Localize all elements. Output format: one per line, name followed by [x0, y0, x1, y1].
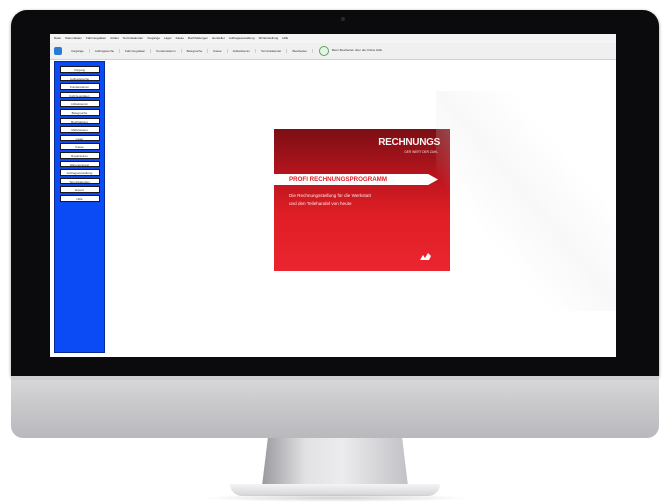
- toolbar-customers-button[interactable]: Kundenstamm: [151, 49, 182, 53]
- main-content: RECHNUNGS DER WERT DER ZAHL PROFI RECHNU…: [106, 61, 616, 357]
- menu-item-stock[interactable]: Lager: [164, 34, 172, 43]
- sidebar-button-cash[interactable]: Kasse: [59, 143, 100, 150]
- sidebar-button-order-search[interactable]: Auftragssuche: [59, 74, 100, 82]
- splash-subtitle-line-1: Die Rechnungsstellung für die Werkstatt: [289, 193, 371, 198]
- toolbar-transactions-button[interactable]: Vorgänge: [66, 49, 90, 53]
- screen-glare: [436, 91, 616, 311]
- monitor-chin: [11, 376, 659, 438]
- splash-tagline: DER WERT DER ZAHL: [404, 150, 438, 154]
- online-help-label[interactable]: Beim Bearbeiten über die Online Hilfe: [332, 48, 382, 52]
- splash-brand-logo: RECHNUNGS: [378, 137, 440, 148]
- menu-item-master-data[interactable]: Stammdaten: [65, 34, 82, 43]
- toolbar-receipt-search-button[interactable]: Belegsuche: [182, 49, 209, 53]
- sidebar-button-vehicle-data[interactable]: Fahrzeugdaten: [59, 91, 100, 99]
- menu-bar: Datei Stammdaten Fahrzeugdaten Artikel T…: [50, 34, 616, 43]
- splash-logo-mark-icon: [420, 253, 431, 260]
- sidebar-button-calendar[interactable]: Terminkalender: [59, 177, 100, 185]
- splash-subtitle-line-2: und den Teilehandel von heute: [289, 201, 352, 206]
- sidebar-button-customers[interactable]: Kundenstamm: [59, 83, 100, 90]
- toolbar: Vorgänge Auftragssuche Fahrzeugdaten Kun…: [50, 43, 616, 60]
- sidebar-button-articles[interactable]: Artikelstamm: [59, 100, 100, 107]
- menu-item-vehicle-data[interactable]: Fahrzeugdaten: [86, 34, 106, 43]
- menu-item-transactions[interactable]: Vorgänge: [147, 34, 160, 43]
- toolbar-vehicle-data-button[interactable]: Fahrzeugdaten: [120, 49, 152, 53]
- online-help-globe-icon[interactable]: [318, 46, 329, 56]
- sidebar-button-order-management[interactable]: Auftragsverwaltung: [59, 169, 100, 176]
- sidebar-button-stock[interactable]: Lager: [59, 134, 100, 142]
- sidebar-button-goods-receipt[interactable]: Wareneingang: [59, 160, 100, 168]
- monitor-chin-edge: [11, 376, 659, 380]
- toolbar-cash-button[interactable]: Kasse: [208, 49, 228, 53]
- sidebar-button-receipt-search[interactable]: Belegsuche: [59, 108, 100, 116]
- toolbar-articles-button[interactable]: Artikelstamm: [228, 49, 256, 53]
- menu-item-sp-settings[interactable]: SP-Einstellung: [259, 34, 279, 43]
- monitor-stand-neck: [262, 438, 408, 486]
- menu-item-calendar[interactable]: Terminkalender: [123, 34, 144, 43]
- sidebar-button-dunning[interactable]: Mahnwesen: [59, 126, 100, 133]
- menu-item-manufacturer[interactable]: Hersteller: [212, 34, 225, 43]
- menu-item-file[interactable]: Datei: [54, 34, 61, 43]
- sidebar-button-accounting[interactable]: Buchhaltung: [59, 117, 100, 125]
- toolbar-calendar-button[interactable]: Terminkalender: [256, 49, 288, 53]
- splash-image: RECHNUNGS DER WERT DER ZAHL PROFI RECHNU…: [274, 129, 450, 271]
- toolbar-order-search-button[interactable]: Auftragssuche: [90, 49, 121, 53]
- sidebar-button-export[interactable]: Export: [59, 186, 100, 193]
- camera-dot: [341, 17, 345, 21]
- menu-item-order-management[interactable]: Auftragsverwaltung: [229, 34, 255, 43]
- sidebar-button-help[interactable]: Hilfe: [59, 194, 100, 202]
- app-logo-icon: [54, 47, 62, 55]
- sidebar: Vorgang Auftragssuche Kundenstamm Fahrze…: [54, 61, 105, 353]
- menu-item-help[interactable]: Hilfe: [282, 34, 288, 43]
- menu-item-accounting[interactable]: Buchhaltungen: [188, 34, 208, 43]
- menu-item-articles[interactable]: Artikel: [110, 34, 118, 43]
- monitor-shadow: [200, 494, 470, 502]
- toolbar-edit-button[interactable]: Bearbeiten: [287, 49, 313, 53]
- menu-item-cash[interactable]: Kasse: [176, 34, 184, 43]
- screen: Datei Stammdaten Fahrzeugdaten Artikel T…: [50, 34, 616, 357]
- splash-title: PROFI RECHNUNGSPROGRAMM: [289, 176, 387, 183]
- sidebar-button-repairs[interactable]: Reparaturen: [59, 151, 100, 159]
- sidebar-button-transaction[interactable]: Vorgang: [59, 66, 100, 73]
